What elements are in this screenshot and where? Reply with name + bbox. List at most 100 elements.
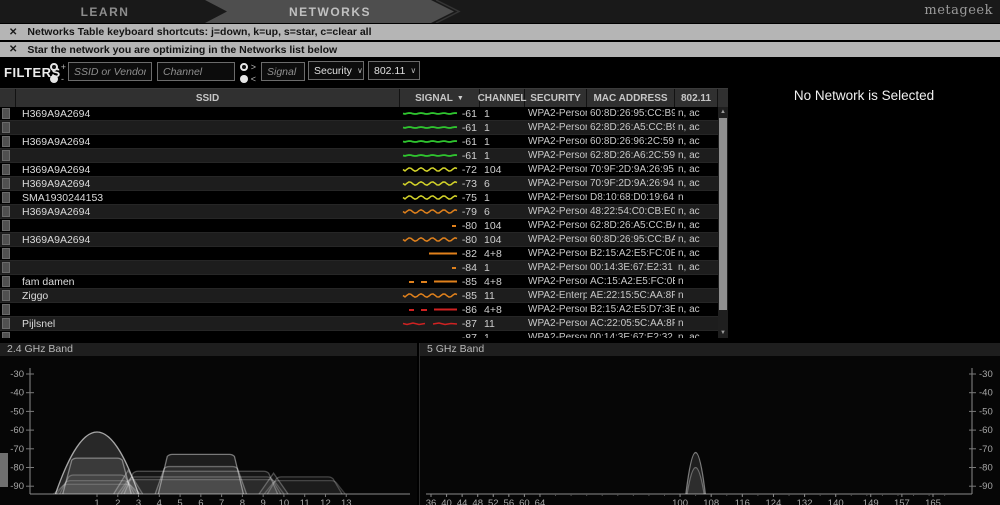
signal-cell: -84: [400, 261, 480, 274]
mac-address-cell: 60:8D:26:95:CC:BA: [587, 233, 675, 246]
scroll-up-icon[interactable]: ▲: [718, 107, 728, 117]
svg-text:100: 100: [672, 498, 688, 505]
mac-address-cell: AE:22:15:5C:AA:8F: [587, 289, 675, 302]
security-cell: WPA2-Personal: [525, 121, 587, 134]
star-toggle[interactable]: [2, 178, 10, 189]
svg-text:132: 132: [797, 498, 813, 505]
column-header-802-11[interactable]: 802.11: [675, 89, 718, 107]
svg-text:40: 40: [441, 498, 452, 505]
network-row[interactable]: Ziggo-8511WPA2-EnterpriseAE:22:15:5C:AA:…: [0, 289, 718, 303]
star-cell: [0, 177, 16, 190]
security-cell: WPA2-Personal: [525, 149, 587, 162]
star-cell: [0, 289, 16, 302]
star-toggle[interactable]: [2, 332, 10, 338]
svg-text:-60: -60: [979, 425, 993, 436]
svg-text:-60: -60: [10, 425, 24, 436]
star-cell: [0, 205, 16, 218]
include-radio[interactable]: [50, 63, 58, 71]
tab-networks[interactable]: NETWORKS: [228, 5, 432, 19]
channel-cell: 11: [480, 317, 525, 330]
star-toggle[interactable]: [2, 262, 10, 273]
svg-text:44: 44: [457, 498, 468, 505]
security-filter-dropdown[interactable]: Security ∨: [308, 61, 364, 80]
mac-address-cell: 70:9F:2D:9A:26:94: [587, 177, 675, 190]
dot11-cell: n, ac: [675, 149, 718, 162]
column-header-mac-address[interactable]: MAC ADDRESS: [587, 89, 675, 107]
star-toggle[interactable]: [2, 276, 10, 287]
column-header-security[interactable]: SECURITY: [525, 89, 587, 107]
close-icon[interactable]: ✕: [9, 27, 17, 38]
network-row[interactable]: Pijlsnel-8711WPA2-PersonalAC:22:05:5C:AA…: [0, 317, 718, 331]
table-scrollbar[interactable]: ▲ ▼: [718, 107, 728, 338]
mac-address-cell: B2:15:A2:E5:D7:3E: [587, 303, 675, 316]
security-cell: WPA2-Personal: [525, 219, 587, 232]
sort-desc-icon: ▼: [457, 95, 464, 102]
network-row[interactable]: H369A9A2694-736WPA2-Personal70:9F:2D:9A:…: [0, 177, 718, 191]
band-2-4ghz-title: 2.4 GHz Band: [0, 343, 417, 356]
star-toggle[interactable]: [2, 206, 10, 217]
network-row[interactable]: -80104WPA2-Personal62:8D:26:A5:CC:BAn, a…: [0, 219, 718, 233]
star-toggle[interactable]: [2, 108, 10, 119]
dot11-cell: n: [675, 191, 718, 204]
star-toggle[interactable]: [2, 234, 10, 245]
notification-bar-star-hint: ✕ Star the network you are optimizing in…: [0, 42, 1000, 57]
network-row[interactable]: -871WPA2-Personal00:14:3E:67:E2:32n, ac: [0, 331, 718, 338]
ssid-filter-input[interactable]: [68, 62, 152, 81]
ssid-cell: [16, 261, 400, 274]
star-toggle[interactable]: [2, 122, 10, 133]
ssid-cell: fam damen: [16, 275, 400, 288]
network-row[interactable]: H369A9A2694-72104WPA2-Personal70:9F:2D:9…: [0, 163, 718, 177]
svg-text:-40: -40: [979, 388, 993, 399]
band-5ghz-title: 5 GHz Band: [420, 343, 1000, 356]
mac-address-cell: 60:8D:26:95:CC:B9: [587, 107, 675, 120]
network-row[interactable]: SMA1930244153-751WPA2-PersonalD8:10:68:D…: [0, 191, 718, 205]
mac-address-cell: 70:9F:2D:9A:26:95: [587, 163, 675, 176]
scrollbar-thumb[interactable]: [719, 118, 727, 310]
signal-cell: -61: [400, 121, 480, 134]
less-than-radio[interactable]: [240, 75, 248, 83]
star-cell: [0, 247, 16, 260]
close-icon[interactable]: ✕: [9, 44, 17, 55]
star-toggle[interactable]: [2, 304, 10, 315]
svg-text:64: 64: [535, 498, 546, 505]
network-row[interactable]: H369A9A2694-611WPA2-Personal60:8D:26:96:…: [0, 135, 718, 149]
greater-than-radio[interactable]: [240, 63, 248, 71]
network-row[interactable]: -611WPA2-Personal62:8D:26:A5:CC:B9n, ac: [0, 121, 718, 135]
mac-address-cell: 00:14:3E:67:E2:32: [587, 331, 675, 338]
svg-text:-80: -80: [10, 463, 24, 474]
network-row[interactable]: -864+8WPA2-PersonalB2:15:A2:E5:D7:3En, a…: [0, 303, 718, 317]
table-header-row: SSIDSIGNAL▼CHANNELSECURITYMAC ADDRESS802…: [0, 88, 728, 107]
star-toggle[interactable]: [2, 318, 10, 329]
star-toggle[interactable]: [2, 248, 10, 259]
network-row[interactable]: -841WPA2-Personal00:14:3E:67:E2:31n, ac: [0, 261, 718, 275]
column-header-ssid[interactable]: SSID: [16, 89, 400, 107]
exclude-radio[interactable]: [50, 75, 58, 83]
channel-cell: 1: [480, 107, 525, 120]
star-toggle[interactable]: [2, 136, 10, 147]
star-toggle[interactable]: [2, 164, 10, 175]
scroll-down-icon[interactable]: ▼: [718, 328, 728, 338]
no-network-selected-message: No Network is Selected: [728, 88, 1000, 103]
security-cell: WPA2-Personal: [525, 135, 587, 148]
svg-text:5: 5: [177, 498, 182, 505]
chart-vertical-scrollbar-thumb[interactable]: [0, 453, 8, 487]
tab-learn[interactable]: LEARN: [58, 5, 152, 19]
column-header-signal[interactable]: SIGNAL▼: [400, 89, 480, 107]
network-row[interactable]: H369A9A2694-80104WPA2-Personal60:8D:26:9…: [0, 233, 718, 247]
channel-filter-input[interactable]: [157, 62, 235, 81]
star-toggle[interactable]: [2, 220, 10, 231]
signal-filter-input[interactable]: [261, 62, 305, 81]
exclude-radio-label: -: [61, 74, 64, 84]
network-row[interactable]: -824+8WPA2-PersonalB2:15:A2:E5:FC:0En, a…: [0, 247, 718, 261]
dot11-filter-dropdown[interactable]: 802.11 ∨: [368, 61, 420, 80]
network-row[interactable]: -611WPA2-Personal62:8D:26:A6:2C:59n, ac: [0, 149, 718, 163]
star-cell: [0, 317, 16, 330]
network-row[interactable]: H369A9A2694-796WPA2-Personal48:22:54:C0:…: [0, 205, 718, 219]
channel-cell: 6: [480, 205, 525, 218]
star-toggle[interactable]: [2, 290, 10, 301]
network-row[interactable]: H369A9A2694-611WPA2-Personal60:8D:26:95:…: [0, 107, 718, 121]
network-row[interactable]: fam damen-854+8WPA2-PersonalAC:15:A2:E5:…: [0, 275, 718, 289]
star-toggle[interactable]: [2, 192, 10, 203]
star-toggle[interactable]: [2, 150, 10, 161]
column-header-channel[interactable]: CHANNEL: [480, 89, 525, 107]
